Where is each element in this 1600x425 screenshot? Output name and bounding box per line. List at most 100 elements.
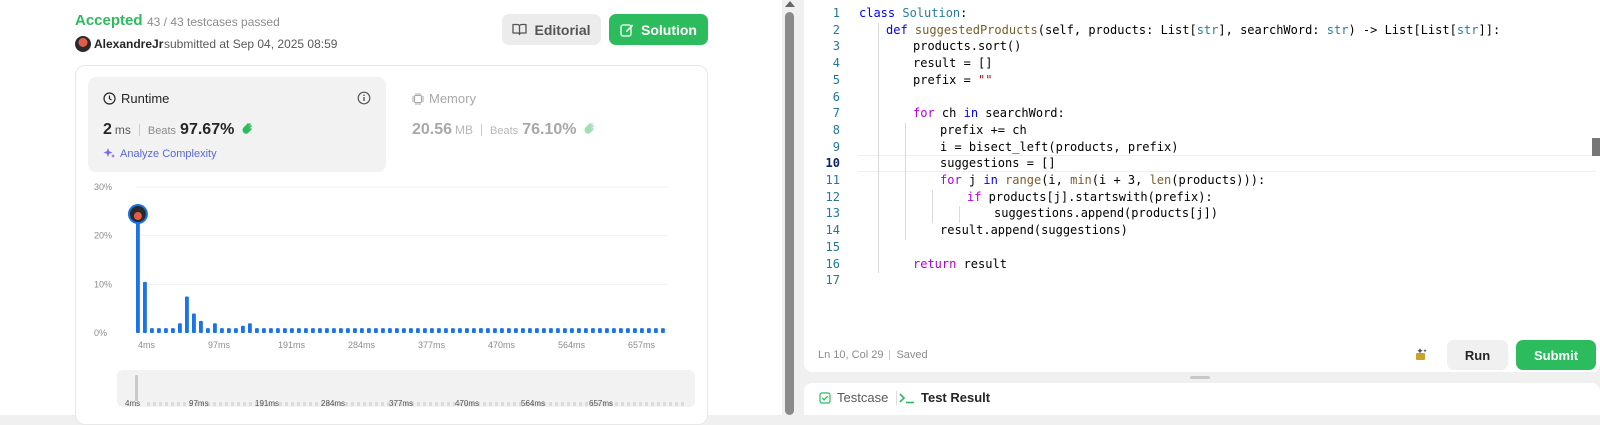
code-line[interactable]: for j in range(i, min(i + 3, len(product… <box>940 173 1265 187</box>
chart-bar[interactable] <box>640 328 644 333</box>
chart-bar[interactable] <box>409 328 413 333</box>
code-line[interactable]: prefix = "" <box>913 73 992 87</box>
chart-bar[interactable] <box>178 323 182 333</box>
chart-bar[interactable] <box>283 328 287 333</box>
chart-bar[interactable] <box>514 328 518 333</box>
user-position-marker[interactable] <box>127 204 148 225</box>
chart-bar[interactable] <box>150 328 154 333</box>
chart-bar[interactable] <box>556 328 560 333</box>
code-line[interactable]: i = bisect_left(products, prefix) <box>940 140 1178 154</box>
chart-bar[interactable] <box>423 328 427 333</box>
chart-bar[interactable] <box>563 328 567 333</box>
chart-bar[interactable] <box>171 328 175 333</box>
code-line[interactable]: class Solution: <box>859 6 967 20</box>
info-icon[interactable] <box>357 91 371 110</box>
chart-bar[interactable] <box>367 328 371 333</box>
code-line[interactable]: result.append(suggestions) <box>940 223 1128 237</box>
scroll-up-arrow[interactable] <box>785 1 795 7</box>
chart-bar[interactable] <box>143 281 147 333</box>
chart-bar[interactable] <box>437 328 441 333</box>
editorial-button[interactable]: Editorial <box>502 14 601 45</box>
username-link[interactable]: AlexandreJr <box>94 37 163 51</box>
chart-bar[interactable] <box>192 313 196 333</box>
chart-bar[interactable] <box>647 328 651 333</box>
chart-bar[interactable] <box>339 328 343 333</box>
chart-bar[interactable] <box>276 328 280 333</box>
chart-bar[interactable] <box>500 328 504 333</box>
chart-bar[interactable] <box>444 328 448 333</box>
chart-bar[interactable] <box>213 323 217 333</box>
chart-bar[interactable] <box>465 328 469 333</box>
memory-tab[interactable]: Memory <box>412 91 476 106</box>
chart-bar[interactable] <box>332 328 336 333</box>
chart-bar[interactable] <box>416 328 420 333</box>
chart-bar[interactable] <box>479 328 483 333</box>
code-line[interactable]: suggestions = [] <box>940 156 1056 170</box>
chart-bar[interactable] <box>542 328 546 333</box>
run-button[interactable]: Run <box>1447 340 1508 370</box>
chart-bar[interactable] <box>241 325 245 333</box>
avatar[interactable] <box>75 36 91 52</box>
chart-bar[interactable] <box>654 328 658 333</box>
chart-bar[interactable] <box>528 328 532 333</box>
chart-bar[interactable] <box>458 328 462 333</box>
chart-bar[interactable] <box>374 328 378 333</box>
chart-bar[interactable] <box>255 328 259 333</box>
chart-bar[interactable] <box>269 328 273 333</box>
code-line[interactable]: suggestions.append(products[j]) <box>994 206 1218 220</box>
chart-bar[interactable] <box>199 320 203 333</box>
chart-bar[interactable] <box>346 328 350 333</box>
code-line[interactable]: return result <box>913 257 1007 271</box>
code-line[interactable]: def suggestedProducts(self, products: Li… <box>886 23 1500 37</box>
resize-handle[interactable] <box>1190 376 1210 379</box>
submit-button[interactable]: Submit <box>1516 340 1596 370</box>
ai-assist-icon[interactable] <box>1414 347 1428 366</box>
chart-bar[interactable] <box>612 328 616 333</box>
chart-bar[interactable] <box>290 328 294 333</box>
code-editor[interactable]: 1 class Solution: 2 def suggestedProducts(s… <box>804 4 1600 294</box>
analyze-complexity-link[interactable]: Analyze Complexity <box>103 147 217 160</box>
chart-bar[interactable] <box>472 328 476 333</box>
chart-bar[interactable] <box>360 328 364 333</box>
chart-bar[interactable] <box>381 328 385 333</box>
chart-bar[interactable] <box>584 328 588 333</box>
chart-bar[interactable] <box>318 328 322 333</box>
chart-bar[interactable] <box>248 323 252 333</box>
code-line[interactable]: if products[j].startswith(prefix): <box>967 190 1213 204</box>
chart-bar[interactable] <box>493 328 497 333</box>
editor-scroll-indicator[interactable] <box>1592 138 1600 156</box>
chart-bar[interactable] <box>185 296 189 334</box>
chart-bar[interactable] <box>157 328 161 333</box>
chart-bar[interactable] <box>388 328 392 333</box>
tab-test-result[interactable]: Test Result <box>899 390 990 405</box>
chart-bar[interactable] <box>591 328 595 333</box>
chart-bar[interactable] <box>227 328 231 333</box>
chart-bar[interactable] <box>507 328 511 333</box>
chart-bar[interactable] <box>570 328 574 333</box>
chart-bar[interactable] <box>395 328 399 333</box>
chart-bar[interactable] <box>325 328 329 333</box>
chart-bar[interactable] <box>234 328 238 333</box>
chart-bar[interactable] <box>626 328 630 333</box>
chart-bar[interactable] <box>304 328 308 333</box>
chart-bar[interactable] <box>451 328 455 333</box>
chart-bar[interactable] <box>353 328 357 333</box>
chart-bar[interactable] <box>220 328 224 333</box>
chart-bar[interactable] <box>430 328 434 333</box>
chart-bar[interactable] <box>598 328 602 333</box>
chart-bar[interactable] <box>633 328 637 333</box>
solution-button[interactable]: Solution <box>609 14 708 45</box>
chart-bar[interactable] <box>206 328 210 333</box>
chart-bar[interactable] <box>486 328 490 333</box>
chart-bar[interactable] <box>402 328 406 333</box>
code-line[interactable]: result = [] <box>913 56 992 70</box>
code-line[interactable]: products.sort() <box>913 39 1021 53</box>
chart-bar[interactable] <box>164 328 168 333</box>
chart-bar[interactable] <box>311 328 315 333</box>
chart-bar[interactable] <box>262 328 266 333</box>
chart-bar[interactable] <box>661 328 665 333</box>
chart-bar[interactable] <box>577 328 581 333</box>
chart-bar[interactable] <box>549 328 553 333</box>
chart-bar[interactable] <box>605 328 609 333</box>
chart-bar[interactable] <box>521 328 525 333</box>
